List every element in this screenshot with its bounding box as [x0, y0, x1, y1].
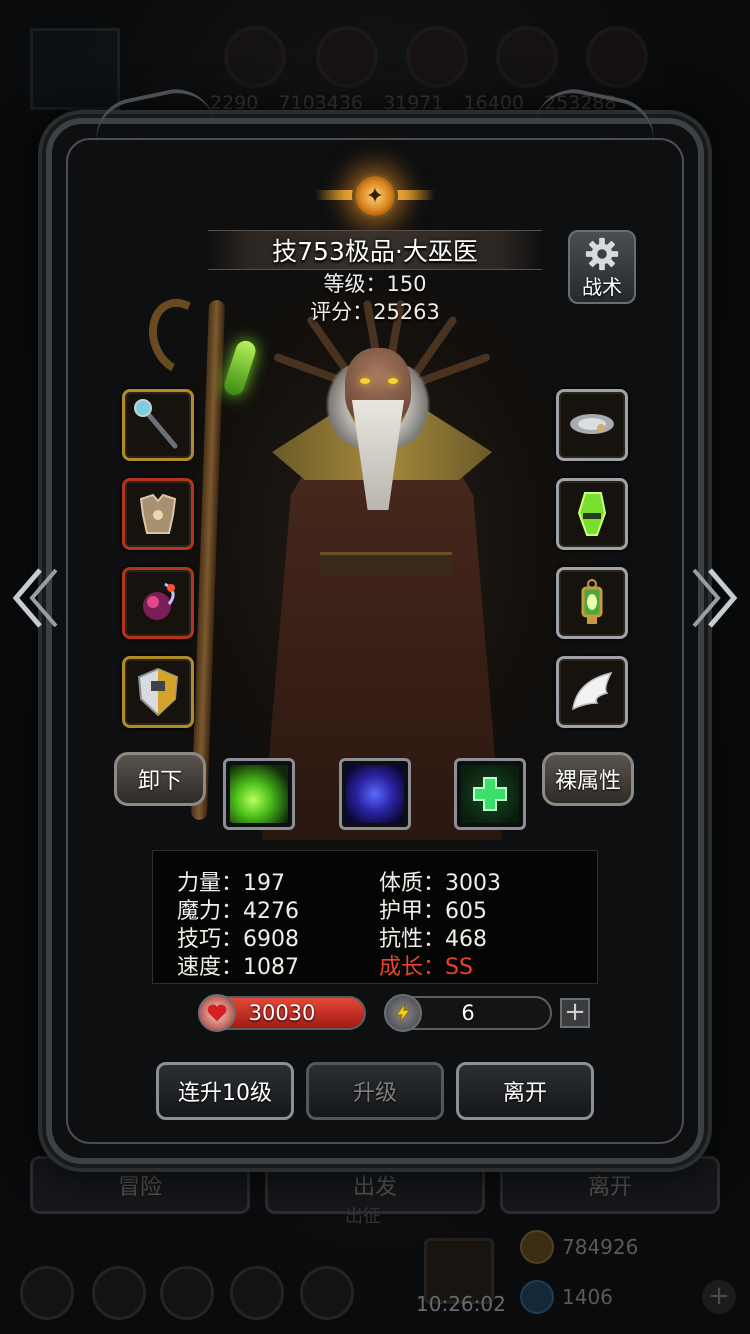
- equip-slot-weapon[interactable]: [122, 389, 194, 461]
- equip-slot-armor[interactable]: [122, 478, 194, 550]
- gold-coin-icon: [520, 1230, 554, 1264]
- gear-icon: [585, 237, 619, 270]
- emblem-core: ✦: [352, 173, 398, 219]
- heart-icon: [198, 994, 236, 1032]
- equip-slot-lantern[interactable]: [556, 567, 628, 639]
- leave-button[interactable]: 离开: [456, 1062, 594, 1120]
- hp-bar: 30030: [198, 994, 366, 1032]
- player-avatar: [30, 28, 120, 110]
- clock-text: 10:26:02: [416, 1292, 506, 1316]
- base-attributes-button[interactable]: 裸属性: [542, 752, 634, 806]
- bg-subtext: 出征: [345, 1206, 381, 1227]
- bg-stat-1: 2290: [210, 92, 259, 114]
- energy-bar: 6: [384, 994, 552, 1032]
- green-slash-skill-icon: [230, 765, 288, 823]
- armor-icon: [139, 493, 177, 534]
- green-crystal-icon: [577, 492, 607, 536]
- hero-belt: [320, 552, 452, 576]
- menu-icon-1: [20, 1266, 74, 1320]
- level-up-10-button[interactable]: 连升10级: [156, 1062, 294, 1120]
- bg-plus-icon: +: [702, 1280, 736, 1314]
- orb-icon: [143, 582, 175, 620]
- stat-growth: 成长：SS: [379, 955, 473, 980]
- stat-strength: 力量：197: [177, 871, 285, 896]
- bg-stat-2: 7103436: [278, 92, 364, 114]
- gold-resource: 784926: [520, 1230, 638, 1264]
- equip-slot-ring[interactable]: [556, 389, 628, 461]
- equip-slot-wing[interactable]: [556, 656, 628, 728]
- stat-armor: 护甲：605: [379, 899, 487, 924]
- resource-circle-4: [496, 26, 558, 88]
- menu-icon-2: [92, 1266, 146, 1320]
- skill-slot-1[interactable]: [223, 758, 295, 830]
- tactics-button[interactable]: 战术: [568, 230, 636, 304]
- equip-slot-shield[interactable]: [122, 656, 194, 728]
- bg-leave-button: 离开: [500, 1156, 720, 1214]
- bg-stat-4: 16400: [463, 92, 525, 114]
- lantern-icon: [581, 579, 603, 624]
- stat-skill: 技巧：6908: [177, 927, 299, 952]
- stats-panel: 力量：197 体质：3003 魔力：4276 护甲：605 技巧：6908 抗性…: [152, 850, 598, 984]
- green-cross-skill-icon: [461, 765, 519, 823]
- blue-spirit-skill-icon: [346, 765, 404, 823]
- shield-icon: [137, 667, 179, 717]
- skill-slot-3[interactable]: [454, 758, 526, 830]
- gem-icon: [520, 1280, 554, 1314]
- wing-icon: [572, 671, 613, 711]
- equip-slot-accessory[interactable]: [122, 567, 194, 639]
- skill-slot-2[interactable]: [339, 758, 411, 830]
- hero-score: 评分：25263: [310, 300, 440, 324]
- bg-stat-3: 31971: [383, 92, 444, 114]
- hp-value: 30030: [248, 1001, 316, 1025]
- menu-icon-3: [160, 1266, 214, 1320]
- gem-resource: 1406: [520, 1280, 613, 1314]
- bg-adventure-button: 冒险: [30, 1156, 250, 1214]
- lightning-icon: [384, 994, 422, 1032]
- stat-resistance: 抗性：468: [379, 927, 487, 952]
- hero-level: 等级：150: [323, 272, 427, 296]
- tactics-label: 战术: [582, 274, 622, 299]
- previous-hero-arrow-icon[interactable]: [10, 566, 60, 630]
- gem-amount: 1406: [562, 1285, 613, 1309]
- cross-glyph: [473, 777, 507, 811]
- level-up-button[interactable]: 升级: [306, 1062, 444, 1120]
- resource-circle-3: [406, 26, 468, 88]
- equip-slot-crystal[interactable]: [556, 478, 628, 550]
- menu-icon-4: [230, 1266, 284, 1320]
- resource-circle-5: [586, 26, 648, 88]
- gold-amount: 784926: [562, 1235, 639, 1259]
- staff-icon: [134, 399, 178, 449]
- stat-constitution: 体质：3003: [379, 871, 501, 896]
- hero-name: 技753极品·大巫医: [208, 230, 542, 270]
- hero-eye-right: [388, 378, 398, 384]
- add-energy-button[interactable]: +: [560, 998, 590, 1028]
- menu-icon-5: [300, 1266, 354, 1320]
- cloud-ring-icon: [570, 414, 614, 434]
- hero-eye-left: [360, 378, 370, 384]
- emblem-icon: ✦: [315, 170, 435, 222]
- unequip-button[interactable]: 卸下: [114, 752, 206, 806]
- energy-value: 6: [461, 1001, 475, 1025]
- resource-circle-1: [224, 26, 286, 88]
- next-hero-arrow-icon[interactable]: [690, 566, 740, 630]
- resource-circle-2: [316, 26, 378, 88]
- stat-magic: 魔力：4276: [177, 899, 299, 924]
- stat-speed: 速度：1087: [177, 955, 299, 980]
